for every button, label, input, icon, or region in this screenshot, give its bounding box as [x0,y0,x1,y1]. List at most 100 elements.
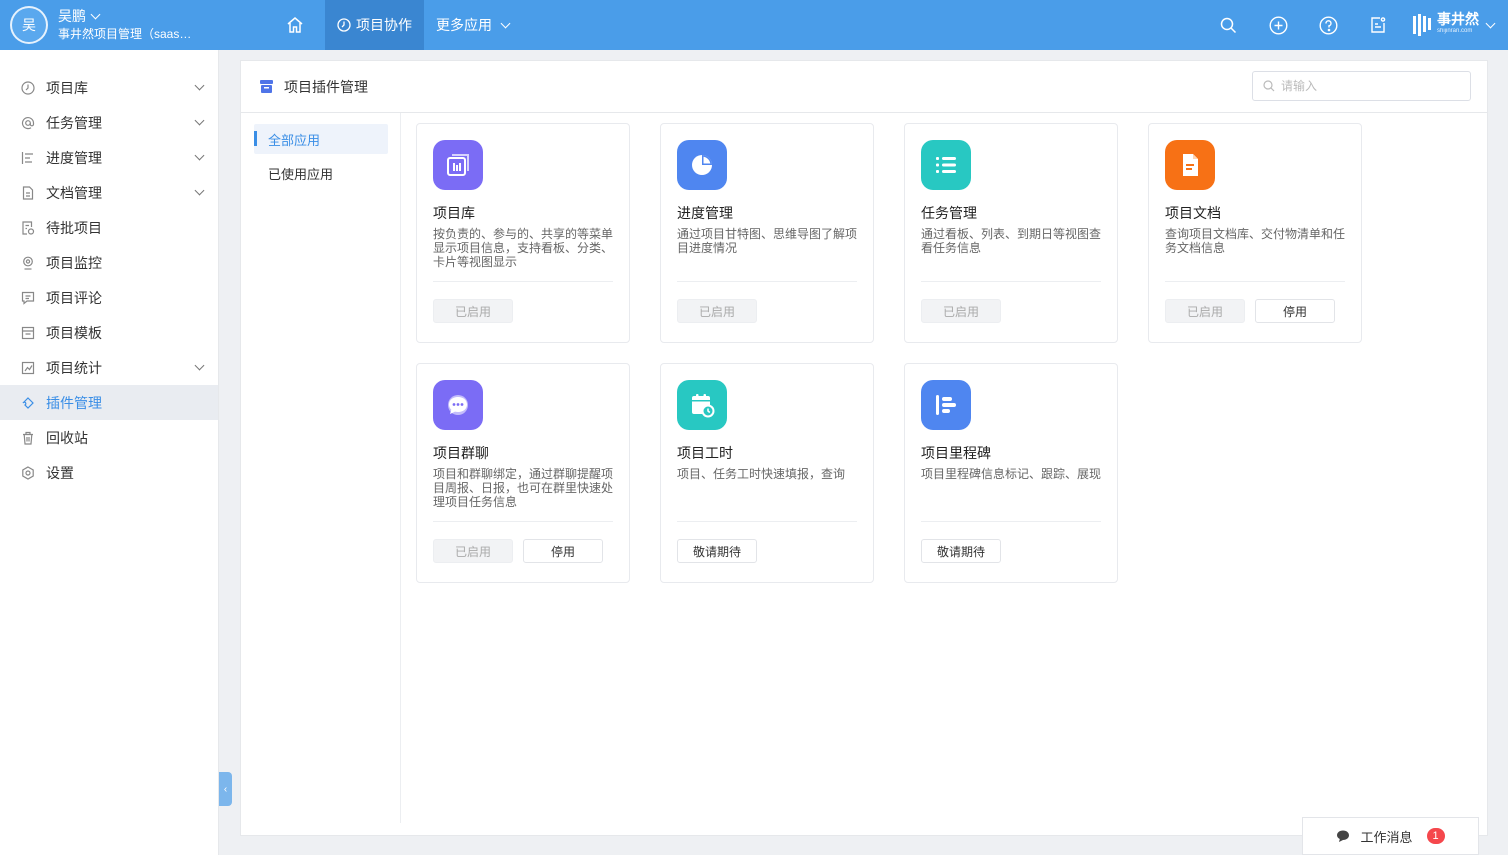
sidebar-item-8[interactable]: 项目模板 [0,315,218,350]
sidebar-item-2[interactable]: 任务管理 [0,105,218,140]
plugin-description: 查询项目文档库、交付物清单和任务文档信息 [1165,227,1346,255]
top-bar: 吴 吴鹏 事井然项目管理（saas版） 项目协作 更多应用 事井然 shijin… [0,0,1508,50]
brand-logo[interactable]: 事井然 shijinran.com [1413,12,1496,37]
user-switcher[interactable]: 吴 吴鹏 事井然项目管理（saas版） [0,0,270,50]
sidebar-item-label: 项目模板 [46,324,102,341]
monitor-icon [20,255,35,270]
plugin-description: 项目和群聊绑定，通过群聊提醒项目周报、日报，也可在群里快速处理项目任务信息 [433,467,614,509]
search-button[interactable] [1203,0,1253,50]
sidebar-item-12[interactable]: 设置 [0,455,218,490]
chevron-down-icon [90,9,101,19]
sidebar-item-11[interactable]: 回收站 [0,420,218,455]
sidebar-item-label: 项目评论 [46,289,102,306]
sidebar-collapse-handle[interactable]: ‹ [219,772,232,806]
plugin-action-button[interactable]: 停用 [523,539,603,563]
tab-project-collab[interactable]: 项目协作 [325,0,424,50]
trash-icon [20,430,35,445]
chevron-down-icon[interactable] [194,360,205,371]
plugin-panel: 项目插件管理 全部应用 已使用应用 项目库按负责的、参与的、共享的等菜单显示项目… [240,60,1488,836]
search-icon [1220,17,1236,33]
notice-button[interactable] [1353,0,1403,50]
sidebar-item-label: 回收站 [46,429,88,446]
clock-icon [337,18,351,32]
pie-chart-icon [677,140,727,190]
tab-more-apps[interactable]: 更多应用 [424,0,521,50]
search-input[interactable] [1281,79,1461,93]
plugin-action-button[interactable]: 停用 [1255,299,1335,323]
sidebar: 项目库任务管理进度管理文档管理待批项目项目监控项目评论项目模板项目统计插件管理回… [0,50,219,855]
plugin-icon [20,395,35,410]
sidebar-item-label: 设置 [46,464,74,481]
chat-icon [433,380,483,430]
approval-icon [20,220,35,235]
sidebar-item-6[interactable]: 项目监控 [0,245,218,280]
task-list-icon [921,140,971,190]
plugin-card: 项目里程碑 项目里程碑信息标记、跟踪、展现 敬请期待 [904,363,1118,583]
sidebar-item-label: 待批项目 [46,219,102,236]
plus-circle-icon [1268,15,1288,35]
enabled-status-button: 已启用 [433,539,513,563]
enabled-status-button: 已启用 [1165,299,1245,323]
plugin-card: 项目文档查询项目文档库、交付物清单和任务文档信息已启用 停用 [1148,123,1362,343]
avatar[interactable]: 吴 [10,6,48,44]
template-icon [20,325,35,340]
plugin-action-button[interactable]: 敬请期待 [921,539,1001,563]
plugin-description: 项目里程碑信息标记、跟踪、展现 [921,467,1102,481]
filter-all-apps[interactable]: 全部应用 [254,124,388,154]
plugin-action-button[interactable]: 敬请期待 [677,539,757,563]
enabled-status-button: 已启用 [677,299,757,323]
sidebar-item-5[interactable]: 待批项目 [0,210,218,245]
plugin-name: 项目库 [433,205,475,221]
chevron-down-icon[interactable] [194,80,205,91]
plugin-card: 进度管理 通过项目甘特图、思维导图了解项目进度情况 已启用 [660,123,874,343]
sidebar-item-9[interactable]: 项目统计 [0,350,218,385]
card-divider [433,281,613,282]
search-icon [1263,80,1275,92]
plugin-box-icon [260,80,273,93]
app-filter-nav: 全部应用 已使用应用 [241,113,401,823]
sidebar-item-3[interactable]: 进度管理 [0,140,218,175]
sidebar-item-4[interactable]: 文档管理 [0,175,218,210]
settings-icon [20,465,35,480]
clock-icon [20,80,35,95]
sidebar-item-1[interactable]: 项目库 [0,70,218,105]
organization-name: 事井然项目管理（saas版） [58,27,198,41]
card-divider [677,521,857,522]
project-library-icon [433,140,483,190]
filter-used-apps[interactable]: 已使用应用 [254,158,388,188]
work-message-button[interactable]: 工作消息 1 [1302,817,1479,855]
sidebar-item-label: 项目库 [46,79,88,96]
work-message-label: 工作消息 [1360,829,1413,845]
enabled-status-button: 已启用 [433,299,513,323]
plugin-description: 按负责的、参与的、共享的等菜单显示项目信息，支持看板、分类、卡片等视图显示 [433,227,614,269]
chevron-down-icon[interactable] [194,185,205,196]
sidebar-item-label: 文档管理 [46,184,102,201]
page-title: 项目插件管理 [284,78,368,95]
timesheet-icon [677,380,727,430]
card-divider [921,281,1101,282]
sidebar-item-label: 项目统计 [46,359,102,376]
logo-icon [1413,14,1431,36]
stats-icon [20,360,35,375]
sidebar-item-7[interactable]: 项目评论 [0,280,218,315]
plugin-name: 项目工时 [677,445,733,461]
chevron-left-icon: ‹ [223,783,228,795]
chevron-down-icon[interactable] [194,115,205,126]
file-icon [1165,140,1215,190]
notice-icon [1371,17,1386,33]
sidebar-item-label: 任务管理 [46,114,102,131]
search-box[interactable] [1252,71,1471,101]
sidebar-item-10[interactable]: 插件管理 [0,385,218,420]
plugin-name: 项目文档 [1165,205,1221,221]
card-divider [1165,281,1345,282]
sidebar-item-label: 项目监控 [46,254,102,271]
help-icon [1318,15,1338,35]
add-button[interactable] [1253,0,1303,50]
home-button[interactable] [270,0,325,50]
card-divider [921,521,1101,522]
comment-icon [20,290,35,305]
chevron-down-icon[interactable] [194,150,205,161]
plugin-card: 项目群聊 项目和群聊绑定，通过群聊提醒项目周报、日报，也可在群里快速处理项目任务信… [416,363,630,583]
help-button[interactable] [1303,0,1353,50]
unread-badge: 1 [1426,828,1445,844]
